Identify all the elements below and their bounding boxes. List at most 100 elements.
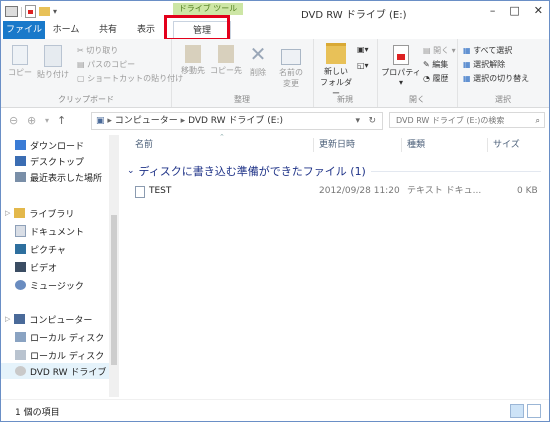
new-folder-button[interactable]: 新しい フォルダー (317, 43, 355, 99)
forward-icon[interactable]: ⊕ (27, 114, 36, 127)
column-header-name[interactable]: 名前 (135, 135, 153, 155)
qat-dropdown-icon[interactable]: ▾ (53, 7, 57, 16)
delete-icon: ✕ (249, 42, 267, 66)
nav-item-downloads[interactable]: ダウンロード (15, 137, 84, 153)
select-none-icon: ▦ (463, 60, 471, 69)
breadcrumb-computer[interactable]: コンピューター (115, 116, 178, 126)
nav-item-pictures[interactable]: ピクチャ (15, 241, 66, 257)
minimize-icon[interactable]: – (490, 4, 496, 17)
manage-tab-highlight-box (164, 15, 230, 41)
copy-to-button[interactable]: コピー先 (209, 45, 243, 76)
window-title: DVD RW ドライブ (E:) (301, 10, 407, 21)
item-count: 1 個の項目 (15, 408, 60, 418)
libraries-icon (14, 208, 26, 218)
nav-item-documents[interactable]: ドキュメント (15, 223, 84, 239)
copy-button[interactable]: コピー (7, 45, 33, 78)
move-to-button[interactable]: 移動先 (177, 45, 209, 76)
organize-group-label: 整理 (234, 95, 250, 104)
open-button[interactable]: ▤ 開く ▾ (423, 45, 456, 56)
up-icon[interactable]: ↑ (57, 114, 66, 127)
new-folder-qat-icon[interactable] (39, 7, 50, 16)
quick-access-toolbar: ▾ (5, 5, 57, 18)
move-to-label: 移動先 (181, 66, 205, 75)
dvd-drive-icon (15, 366, 26, 376)
paste-button[interactable]: 貼り付け (35, 45, 71, 80)
properties-label: プロパティ (381, 68, 421, 77)
rename-label-line2: 変更 (283, 79, 299, 88)
delete-button[interactable]: ✕ 削除 (245, 43, 271, 78)
column-header-type[interactable]: 種類 (407, 135, 425, 155)
select-all-button[interactable]: ▦ すべて選択 (463, 45, 512, 56)
sort-ascending-icon: ⌃ (219, 133, 225, 141)
details-view-icon[interactable] (510, 404, 524, 418)
edit-button[interactable]: ✎ 編集 (423, 59, 448, 70)
nav-item-local-disk-c[interactable]: ローカル ディスク (15, 329, 104, 345)
column-header-size[interactable]: サイズ (493, 135, 520, 155)
address-dropdown-icon[interactable]: ▾ (355, 113, 360, 129)
properties-button[interactable]: プロパティ ▾ (381, 45, 421, 87)
tab-view[interactable]: 表示 (131, 21, 161, 39)
rename-button[interactable]: 名前の 変更 (275, 45, 307, 89)
invert-selection-icon: ▦ (463, 74, 471, 83)
collapse-group-icon[interactable]: ⌄ (127, 166, 135, 176)
refresh-icon[interactable]: ↻ (368, 113, 376, 129)
file-type: テキスト ドキュ... (407, 186, 482, 196)
open-label: 開く (433, 46, 450, 55)
tab-file[interactable]: ファイル (3, 21, 45, 39)
large-icons-view-icon[interactable] (527, 404, 541, 418)
copy-path-button[interactable]: ▤ パスのコピー (77, 59, 135, 70)
address-bar[interactable]: ▣ ▸ コンピューター ▸ DVD RW ドライブ (E:) ▾ ↻ (91, 112, 383, 130)
desktop-icon (15, 156, 26, 166)
tab-home[interactable]: ホーム (47, 21, 85, 39)
select-group: ▦ すべて選択 ▦ 選択解除 ▦ 選択の切り替え 選択 (457, 39, 549, 107)
nav-item-label: コンピューター (29, 315, 93, 326)
tab-share[interactable]: 共有 (93, 21, 123, 39)
title-bar: ▾ ドライブ ツール DVD RW ドライブ (E:) – □ ✕ (1, 1, 549, 23)
nav-item-label: DVD RW ドライブ (30, 367, 107, 378)
nav-item-label: 最近表示した場所 (30, 173, 103, 184)
easy-access-button[interactable]: ◱▾ (357, 61, 369, 70)
maximize-icon[interactable]: □ (509, 4, 519, 17)
recent-places-icon (15, 172, 26, 182)
properties-icon[interactable] (25, 5, 36, 18)
nav-pane-scrollbar[interactable] (109, 135, 119, 397)
nav-item-recent-places[interactable]: 最近表示した場所 (15, 169, 102, 185)
column-divider[interactable] (401, 138, 402, 152)
nav-item-libraries[interactable]: ▷ ライブラリ (5, 205, 74, 221)
nav-item-label: ダウンロード (30, 141, 85, 152)
cut-label: 切り取り (86, 46, 119, 55)
drive-icon (5, 6, 18, 17)
search-box[interactable]: DVD RW ドライブ (E:)の検索 ⌕ (389, 112, 545, 128)
file-modified: 2012/09/28 11:20 (319, 186, 400, 196)
invert-selection-button[interactable]: ▦ 選択の切り替え (463, 73, 529, 84)
select-none-button[interactable]: ▦ 選択解除 (463, 59, 505, 70)
breadcrumb-dvd-drive[interactable]: DVD RW ドライブ (E:) (188, 116, 283, 126)
paste-shortcut-button[interactable]: ▢ ショートカットの貼り付け (77, 73, 183, 84)
group-header[interactable]: ⌄ ディスクに書き込む準備ができたファイル (1) (127, 163, 366, 179)
nav-pane-scrollbar-thumb[interactable] (111, 215, 117, 365)
history-button[interactable]: ◔ 履歴 (423, 73, 449, 84)
nav-item-computer[interactable]: ▷ コンピューター (5, 311, 92, 327)
file-row[interactable]: TEST 2012/09/28 11:20 テキスト ドキュ... 0 KB (121, 182, 549, 200)
nav-item-desktop[interactable]: デスクトップ (15, 153, 84, 169)
recent-locations-icon[interactable]: ▾ (45, 116, 49, 125)
expand-icon[interactable]: ▷ (5, 209, 10, 217)
nav-item-dvd-rw-drive[interactable]: DVD RW ドライブ (1, 363, 119, 379)
nav-item-local-disk-d[interactable]: ローカル ディスク (15, 347, 104, 363)
new-group-label: 新規 (337, 95, 353, 104)
nav-item-music[interactable]: ミュージック (15, 277, 84, 293)
close-icon[interactable]: ✕ (534, 4, 543, 17)
column-divider[interactable] (313, 138, 314, 152)
back-icon[interactable]: ⊖ (9, 114, 18, 127)
copy-to-icon (218, 45, 234, 63)
local-disk-icon (15, 350, 26, 360)
new-item-button[interactable]: ▣▾ (357, 45, 369, 54)
nav-item-videos[interactable]: ビデオ (15, 259, 57, 275)
cut-button[interactable]: ✂ 切り取り (77, 45, 118, 56)
expand-icon[interactable]: ▷ (5, 315, 10, 323)
column-header-modified[interactable]: 更新日時 (319, 135, 355, 155)
invert-selection-label: 選択の切り替え (473, 74, 530, 83)
column-divider[interactable] (487, 138, 488, 152)
paste-icon (44, 45, 62, 67)
computer-nav-icon (14, 314, 26, 324)
